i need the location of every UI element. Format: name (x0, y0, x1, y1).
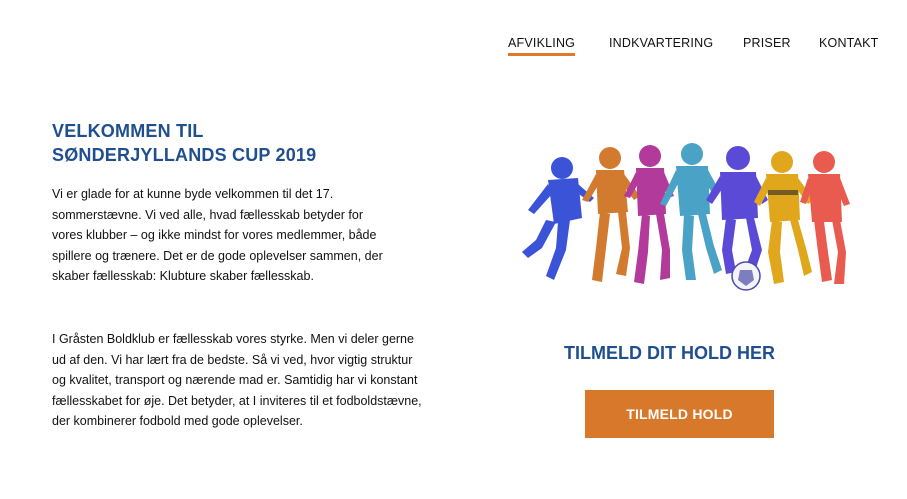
nav-item-afvikling[interactable]: AFVIKLING (508, 36, 576, 56)
page-title-line2: SØNDERJYLLANDS CUP 2019 (52, 145, 317, 165)
page-title-line1: VELKOMMEN TIL (52, 121, 204, 141)
hero-football-kids-image (522, 143, 850, 291)
player-figure (582, 147, 640, 282)
intro-paragraph: Vi er glade for at kunne byde velkommen … (52, 187, 383, 284)
club-paragraph: I Gråsten Boldklub er fællesskab vores s… (52, 332, 422, 429)
register-team-heading: TILMELD DIT HOLD HER (564, 343, 775, 363)
page-title: VELKOMMEN TIL SØNDERJYLLANDS CUP 2019 (52, 119, 382, 167)
register-team-button[interactable]: TILMELD HOLD (585, 390, 774, 438)
nav-item-priser[interactable]: PRISER (743, 36, 791, 50)
player-figure (522, 157, 594, 280)
nav-item-kontakt[interactable]: KONTAKT (819, 36, 879, 50)
main-navigation: AFVIKLING INDKVARTERING PRISER KONTAKT (0, 36, 907, 60)
player-figure (754, 151, 814, 284)
player-figure (624, 145, 674, 284)
nav-item-indkvartering[interactable]: INDKVARTERING (609, 36, 713, 50)
